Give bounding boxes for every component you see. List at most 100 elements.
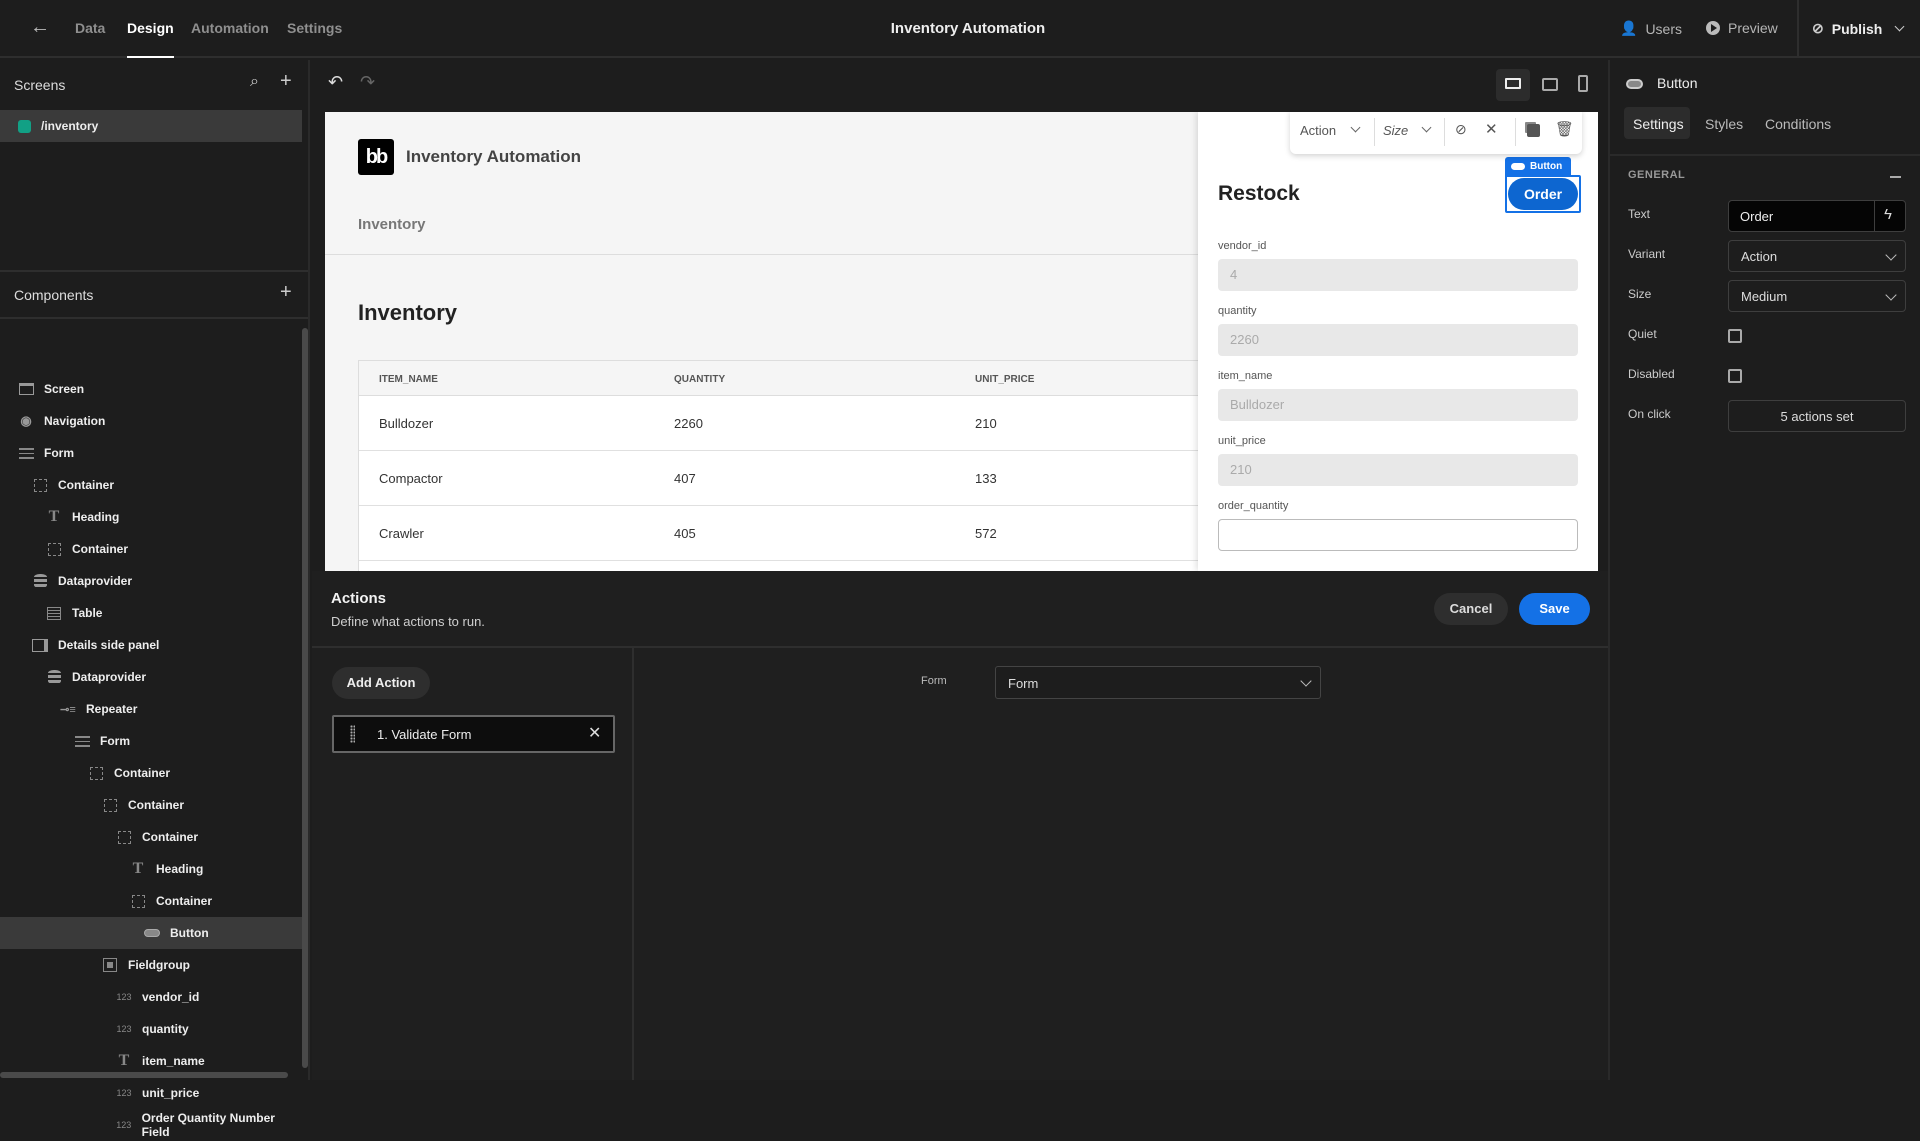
tree-hscrollbar[interactable]: [0, 1072, 288, 1078]
button-icon: [1626, 79, 1643, 89]
settings-panel: Button Settings Styles Conditions GENERA…: [1608, 60, 1920, 1080]
form-select[interactable]: Form: [995, 666, 1321, 699]
column-header[interactable]: UNIT_PRICE: [975, 374, 1034, 385]
drag-handle-icon[interactable]: [350, 725, 355, 743]
users-button[interactable]: 👤 Users: [1620, 20, 1682, 37]
trash-icon[interactable]: 🗑: [1555, 120, 1574, 138]
tree-item[interactable]: T Heading: [0, 853, 302, 885]
tree-item[interactable]: Container: [0, 789, 302, 821]
tree-item[interactable]: Screen: [0, 373, 302, 405]
tree-item[interactable]: Container: [0, 821, 302, 853]
tree-item[interactable]: Table: [0, 597, 302, 629]
table-cell: Compactor: [379, 471, 443, 486]
preview-button[interactable]: Preview: [1706, 20, 1778, 36]
tree-item[interactable]: Container: [0, 469, 302, 501]
tree-item-label: Form: [100, 734, 130, 748]
tab-styles[interactable]: Styles: [1705, 116, 1743, 132]
component-tag-label: Button: [1530, 160, 1563, 172]
binding-lightning-icon[interactable]: ϟ: [1884, 206, 1892, 223]
tree-item[interactable]: Container: [0, 885, 302, 917]
field-label: unit_price: [1218, 435, 1266, 447]
database-icon: [46, 670, 62, 684]
hide-icon[interactable]: ⊘: [1455, 121, 1467, 138]
order-quantity-field[interactable]: [1218, 519, 1578, 551]
cancel-button[interactable]: Cancel: [1434, 593, 1508, 625]
database-icon: [32, 574, 48, 588]
duplicate-icon[interactable]: [1527, 124, 1540, 137]
tree-item-label: unit_price: [142, 1086, 200, 1100]
column-header[interactable]: ITEM_NAME: [379, 374, 438, 385]
tree-item[interactable]: 123 Order Quantity Number Field: [0, 1109, 302, 1141]
field-label: item_name: [1218, 370, 1273, 382]
undo-icon[interactable]: ↶: [328, 72, 343, 93]
tree-item[interactable]: Dataprovider: [0, 661, 302, 693]
column-header[interactable]: QUANTITY: [674, 374, 725, 385]
tree-item[interactable]: 123 quantity: [0, 1013, 302, 1045]
table-header: ITEM_NAME QUANTITY UNIT_PRICE: [359, 361, 1259, 396]
save-button[interactable]: Save: [1519, 593, 1590, 625]
tree-item[interactable]: Dataprovider: [0, 565, 302, 597]
table-row[interactable]: Bulldozer 2260 210: [359, 396, 1259, 451]
variant-select[interactable]: Action: [1728, 240, 1906, 272]
tree-item[interactable]: 123 unit_price: [0, 1077, 302, 1109]
table-row[interactable]: Compactor 407 133: [359, 451, 1259, 506]
redo-icon[interactable]: ↷: [360, 72, 375, 93]
disabled-prop-label: Disabled: [1628, 367, 1675, 381]
tree-item[interactable]: Container: [0, 533, 302, 565]
vendor-id-field: 4: [1218, 259, 1578, 291]
tree-item-label: Container: [58, 478, 115, 492]
side-panel-icon: [32, 638, 48, 652]
fieldgroup-icon: [102, 958, 118, 972]
divider: [1374, 118, 1375, 146]
text-icon: T: [132, 860, 144, 877]
desktop-view-button[interactable]: [1496, 69, 1530, 101]
style-remove-icon[interactable]: ✕: [1485, 120, 1498, 138]
publish-button[interactable]: ⊘ Publish: [1812, 20, 1905, 37]
tree-item[interactable]: Form: [0, 437, 302, 469]
field-label: quantity: [1218, 305, 1257, 317]
container-icon: [130, 894, 146, 908]
tree-item[interactable]: T Heading: [0, 501, 302, 533]
tree-item[interactable]: Form: [0, 725, 302, 757]
table-cell: 405: [674, 526, 696, 541]
users-label: Users: [1645, 20, 1682, 37]
nav-link-inventory[interactable]: Inventory: [358, 216, 426, 233]
tree-item[interactable]: 123 vendor_id: [0, 981, 302, 1013]
text-input[interactable]: Order ϟ: [1728, 200, 1906, 232]
tab-settings-panel[interactable]: Settings: [1624, 107, 1690, 139]
chevron-down-icon: [1300, 675, 1312, 687]
chevron-down-icon: [1421, 122, 1432, 133]
tree-item[interactable]: Details side panel: [0, 629, 302, 661]
action-item[interactable]: 1. Validate Form ✕: [332, 715, 615, 753]
order-button[interactable]: Order: [1508, 178, 1578, 210]
disabled-checkbox[interactable]: [1728, 369, 1742, 383]
quiet-checkbox[interactable]: [1728, 329, 1742, 343]
size-prop-label: Size: [1628, 287, 1652, 301]
mobile-icon[interactable]: [1578, 75, 1588, 92]
tree-item[interactable]: ⊸≡ Repeater: [0, 693, 302, 725]
tab-label: Settings: [1633, 116, 1684, 132]
close-icon[interactable]: ✕: [588, 723, 601, 743]
tree-item[interactable]: Fieldgroup: [0, 949, 302, 981]
tab-conditions[interactable]: Conditions: [1765, 116, 1831, 132]
app-preview-canvas: bb Inventory Automation Inventory Invent…: [325, 112, 1598, 571]
size-dropdown[interactable]: Size: [1383, 123, 1408, 138]
action-dropdown[interactable]: Action: [1300, 123, 1336, 138]
size-select[interactable]: Medium: [1728, 280, 1906, 312]
number-icon: 123: [116, 1024, 132, 1034]
eye-icon: ◉: [20, 413, 32, 428]
tree-item[interactable]: Container: [0, 757, 302, 789]
tree-item[interactable]: Button: [0, 917, 302, 949]
table-row[interactable]: Crawler 405 572: [359, 506, 1259, 561]
divider: [312, 646, 1608, 648]
tree-item[interactable]: ◉ Navigation: [0, 405, 302, 437]
collapse-icon[interactable]: [1890, 176, 1901, 178]
repeater-icon: ⊸≡: [60, 703, 76, 716]
add-action-button[interactable]: Add Action: [332, 667, 430, 699]
component-name: Button: [1657, 75, 1698, 91]
onclick-actions-button[interactable]: 5 actions set: [1728, 400, 1906, 432]
tablet-icon[interactable]: [1542, 78, 1558, 91]
tree-item-label: Container: [142, 830, 199, 844]
tree-scrollbar[interactable]: [302, 328, 308, 1068]
chevron-down-icon: [1894, 21, 1905, 32]
